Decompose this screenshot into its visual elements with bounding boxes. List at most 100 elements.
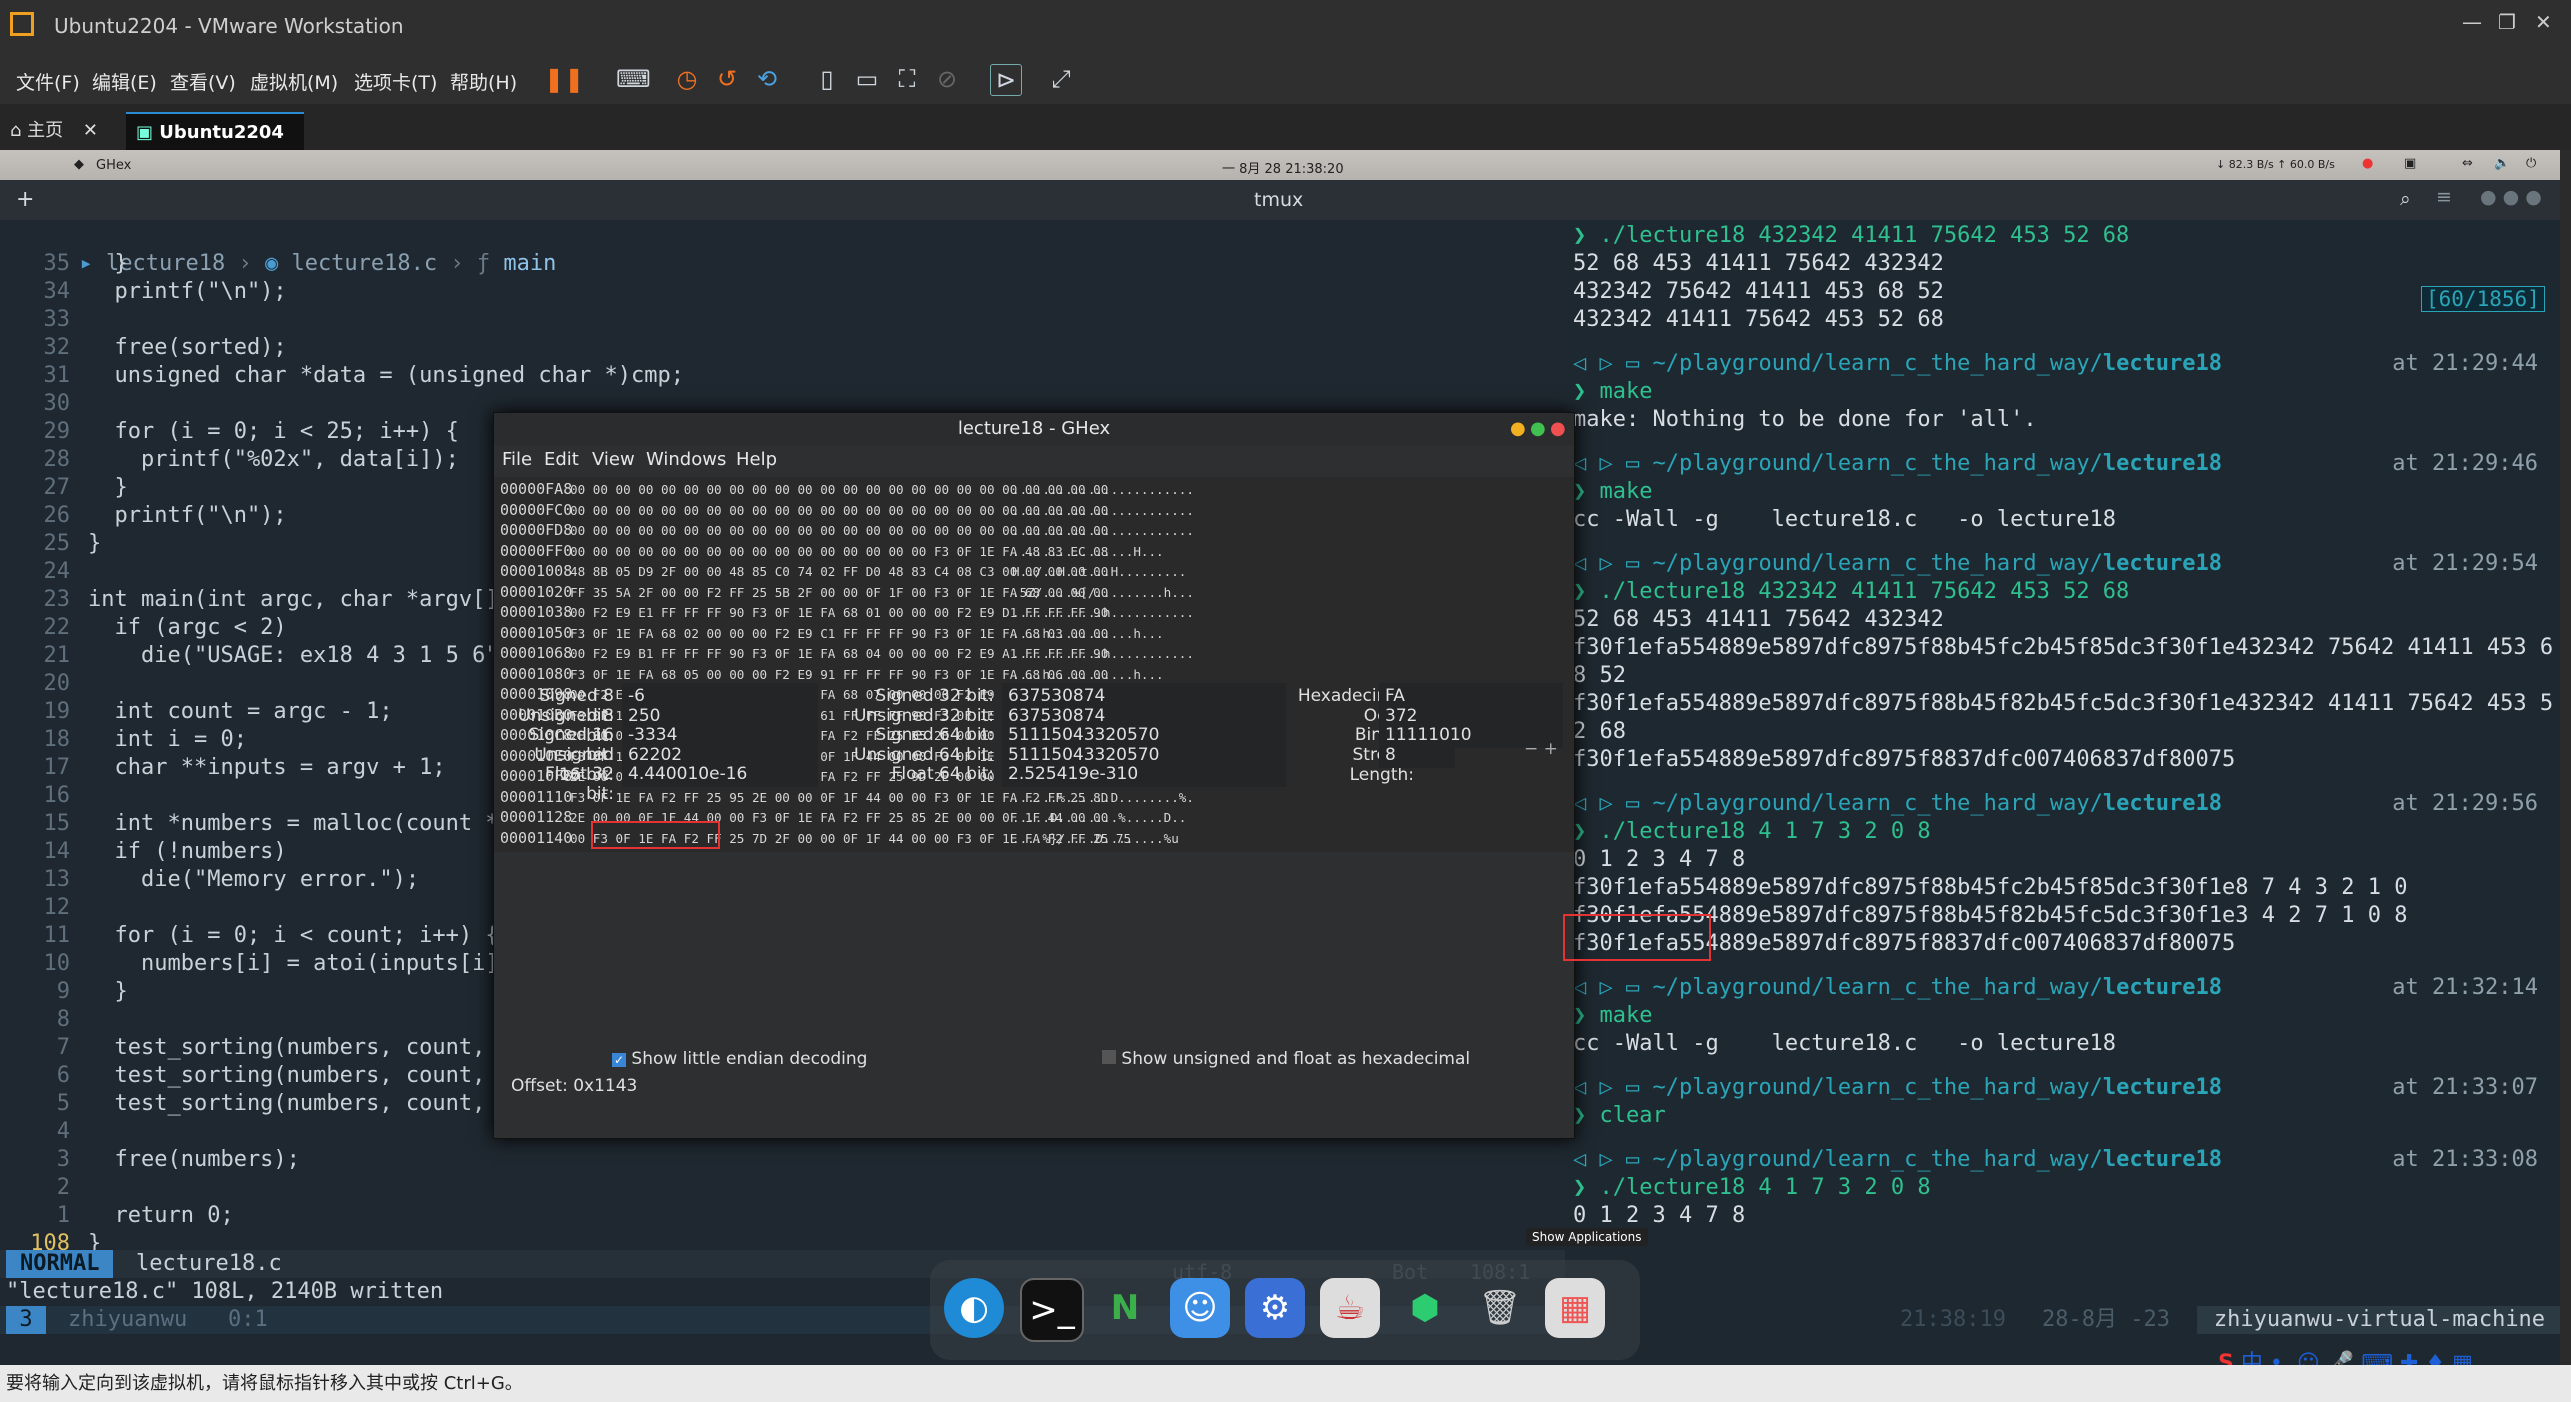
hex-ascii[interactable]: ........................ (1012, 523, 1194, 538)
hex-ascii[interactable]: ......%......D........%. (1012, 790, 1194, 805)
stream-length-stepper[interactable]: − + (1524, 739, 1558, 759)
checkbox-checked-icon[interactable]: ✓ (612, 1053, 626, 1067)
hex-row[interactable]: 00000FF000 00 00 00 00 00 00 00 00 00 00… (500, 541, 1164, 562)
hex-row[interactable]: 00001020FF 35 5A 2F 00 00 F2 FF 25 5B 2F… (500, 582, 1194, 603)
guest-screen[interactable]: ◆ GHex 一 8月 28 21:38:20 ↓ 82.3 B/s ↑ 60.… (0, 150, 2560, 1365)
hex-row[interactable]: 0000106800 F2 E9 B1 FF FF FF 90 F3 0F 1E… (500, 643, 1194, 664)
code-line[interactable]: 35 } (0, 250, 128, 278)
code-line[interactable]: 25} (0, 530, 102, 558)
apps-grid-icon[interactable]: ▦ (1545, 1278, 1605, 1338)
maximize-icon[interactable]: ❐ (2498, 10, 2516, 34)
code-line[interactable]: 11 for (i = 0; i < count; i++) { (0, 922, 499, 950)
ghex-window[interactable]: lecture18 - GHex ● ● ● File Edit View Wi… (493, 412, 1575, 1139)
hex-ascii[interactable]: ............h........... (1012, 646, 1194, 661)
code-line[interactable]: 14 if (!numbers) (0, 838, 287, 866)
java-icon[interactable]: ☕ (1320, 1278, 1380, 1338)
ghex-menu-edit[interactable]: Edit (544, 449, 579, 470)
power-icon[interactable]: ⏻ (2526, 156, 2536, 171)
hex-ascii[interactable]: ....h...........h... (1012, 626, 1164, 641)
trash-icon[interactable]: 🗑 (1470, 1278, 1530, 1338)
close-icon[interactable]: ✕ (2535, 10, 2552, 34)
new-tab-icon[interactable]: + (16, 187, 34, 212)
menu-icon[interactable]: ≡ (2436, 186, 2452, 208)
ghex-icon[interactable]: ⬢ (1395, 1278, 1455, 1338)
terminal-icon[interactable]: >_ (1020, 1278, 1084, 1342)
network-icon[interactable]: ⇔ (2462, 156, 2473, 171)
clock[interactable]: 一 8月 28 21:38:20 (1222, 158, 1344, 177)
hex-ascii[interactable]: ........................ (1012, 503, 1194, 518)
menu-help[interactable]: 帮助(H) (450, 68, 517, 95)
hex-bytes[interactable]: 48 8B 05 D9 2F 00 00 48 85 C0 74 02 FF D… (570, 562, 1108, 583)
tmux-window[interactable]: 0:1 (228, 1306, 268, 1334)
code-line[interactable]: 12 (0, 894, 88, 922)
fullscreen-icon[interactable]: ⛶ (892, 64, 922, 94)
code-line[interactable]: 23 int main(int argc, char *argv[]) (0, 586, 512, 614)
revert-snapshot-icon[interactable]: ↺ (712, 64, 742, 94)
hex-view[interactable]: 00000FA800 00 00 00 00 00 00 00 00 00 00… (494, 477, 1574, 852)
code-line[interactable]: 26 printf("\n"); (0, 502, 287, 530)
code-line[interactable]: 2 (0, 1174, 88, 1202)
hex-ascii[interactable]: H../..H..t...H......... (1012, 564, 1186, 579)
settings-icon[interactable]: ⚙ (1245, 1278, 1305, 1338)
tab-close-icon[interactable]: ✕ (83, 120, 98, 141)
tmux-session-index[interactable]: 3 (6, 1306, 46, 1334)
code-line[interactable]: 32 free(sorted); (0, 334, 287, 362)
code-line[interactable]: 13 die("Memory error."); (0, 866, 420, 894)
ghex-maximize-icon[interactable]: ● (1530, 413, 1546, 445)
snapshot-manager-icon[interactable]: ⟲ (752, 64, 782, 94)
code-line[interactable]: 10 numbers[i] = atoi(inputs[i]) (0, 950, 512, 978)
hex-row[interactable]: 0000100848 8B 05 D9 2F 00 00 48 85 C0 74… (500, 561, 1186, 582)
code-line[interactable]: 31 unsigned char *data = (unsigned char … (0, 362, 685, 390)
ghex-menu-file[interactable]: File (502, 449, 532, 470)
window-controls[interactable]: ● ● ● (2480, 186, 2542, 208)
code-line[interactable]: 9 } (0, 978, 128, 1006)
active-app[interactable]: GHex (96, 158, 131, 173)
input-icon[interactable]: ▣ (2404, 156, 2416, 171)
minimize-icon[interactable]: — (2462, 10, 2482, 34)
code-line[interactable]: 30 (0, 390, 88, 418)
stretch-icon[interactable]: ⤢ (1046, 64, 1076, 94)
hex-ascii[interactable]: ........................ (1012, 482, 1194, 497)
hex-ascii[interactable]: ....%}/....D........%u (1012, 831, 1179, 846)
ghex-menu-help[interactable]: Help (736, 449, 777, 470)
ghex-menu-view[interactable]: View (592, 449, 635, 470)
pause-icon[interactable]: ❚❚ (544, 64, 584, 94)
code-line[interactable]: 6 test_sorting(numbers, count, r (0, 1062, 512, 1090)
ghex-minimize-icon[interactable]: ● (1510, 413, 1526, 445)
code-line[interactable]: 4 (0, 1118, 88, 1146)
hex-row[interactable]: 00001080F3 0F 1E FA 68 05 00 00 00 F2 E9… (500, 664, 1164, 685)
hex-bytes[interactable]: 00 00 00 00 00 00 00 00 00 00 00 00 00 0… (570, 521, 1108, 542)
hex-bytes[interactable]: FF 35 5A 2F 00 00 F2 FF 25 5B 2F 00 00 0… (570, 583, 1108, 604)
hex-bytes[interactable]: 00 00 00 00 00 00 00 00 00 00 00 00 00 0… (570, 480, 1108, 501)
stat-value[interactable]: 2.525419e-310 (1002, 761, 1286, 787)
tab-home[interactable]: ⌂ 主页 ✕ (10, 112, 110, 150)
code-line[interactable]: 34 printf("\n"); (0, 278, 287, 306)
code-line[interactable]: 18 int i = 0; (0, 726, 247, 754)
menu-edit[interactable]: 编辑(E) (92, 68, 157, 95)
code-line[interactable]: 15 int *numbers = malloc(count * (0, 810, 499, 838)
code-line[interactable]: 1 return 0; (0, 1202, 234, 1230)
stat-value[interactable]: 4.440010e-16 (622, 761, 818, 787)
code-line[interactable]: 20 (0, 670, 88, 698)
hex-bytes[interactable]: F3 0F 1E FA 68 05 00 00 00 F2 E9 91 FF F… (570, 665, 1108, 686)
search-icon[interactable]: ⌕ (2400, 188, 2411, 210)
code-line[interactable]: 28 printf("%02x", data[i]); (0, 446, 459, 474)
hex-bytes[interactable]: 00 F2 E9 B1 FF FF FF 90 F3 0F 1E FA 68 0… (570, 644, 1108, 665)
finder-icon[interactable]: ☺ (1170, 1278, 1230, 1338)
nvim-icon[interactable]: N (1095, 1278, 1155, 1338)
code-line[interactable]: 7 test_sorting(numbers, count, s (0, 1034, 512, 1062)
ghex-close-icon[interactable]: ● (1550, 413, 1566, 445)
code-line[interactable]: 24 (0, 558, 88, 586)
breadcrumb-file[interactable]: lecture18.c (291, 251, 437, 276)
breadcrumb-function[interactable]: main (503, 251, 556, 276)
terminal-pane[interactable]: ❯ ./lecture18 432342 41411 75642 453 52 … (1565, 220, 2560, 1365)
hex-row[interactable]: 0000103800 F2 E9 E1 FF FF FF 90 F3 0F 1E… (500, 602, 1194, 623)
hex-ascii[interactable]: .5Z/....%[/.........h... (1012, 585, 1194, 600)
hex-ascii[interactable]: .....D........%.....D.. (1012, 810, 1186, 825)
hex-ascii[interactable]: ............h........... (1012, 605, 1194, 620)
unsigned-hex-option[interactable]: Show unsigned and float as hexadecimal (1102, 1049, 1470, 1069)
stat-value[interactable]: 8 (1379, 741, 1455, 768)
hex-ascii[interactable]: ................H... (1012, 544, 1164, 559)
unity-icon[interactable]: ⊘ (932, 64, 962, 94)
hex-ascii[interactable]: ....h...........h... (1012, 667, 1164, 682)
